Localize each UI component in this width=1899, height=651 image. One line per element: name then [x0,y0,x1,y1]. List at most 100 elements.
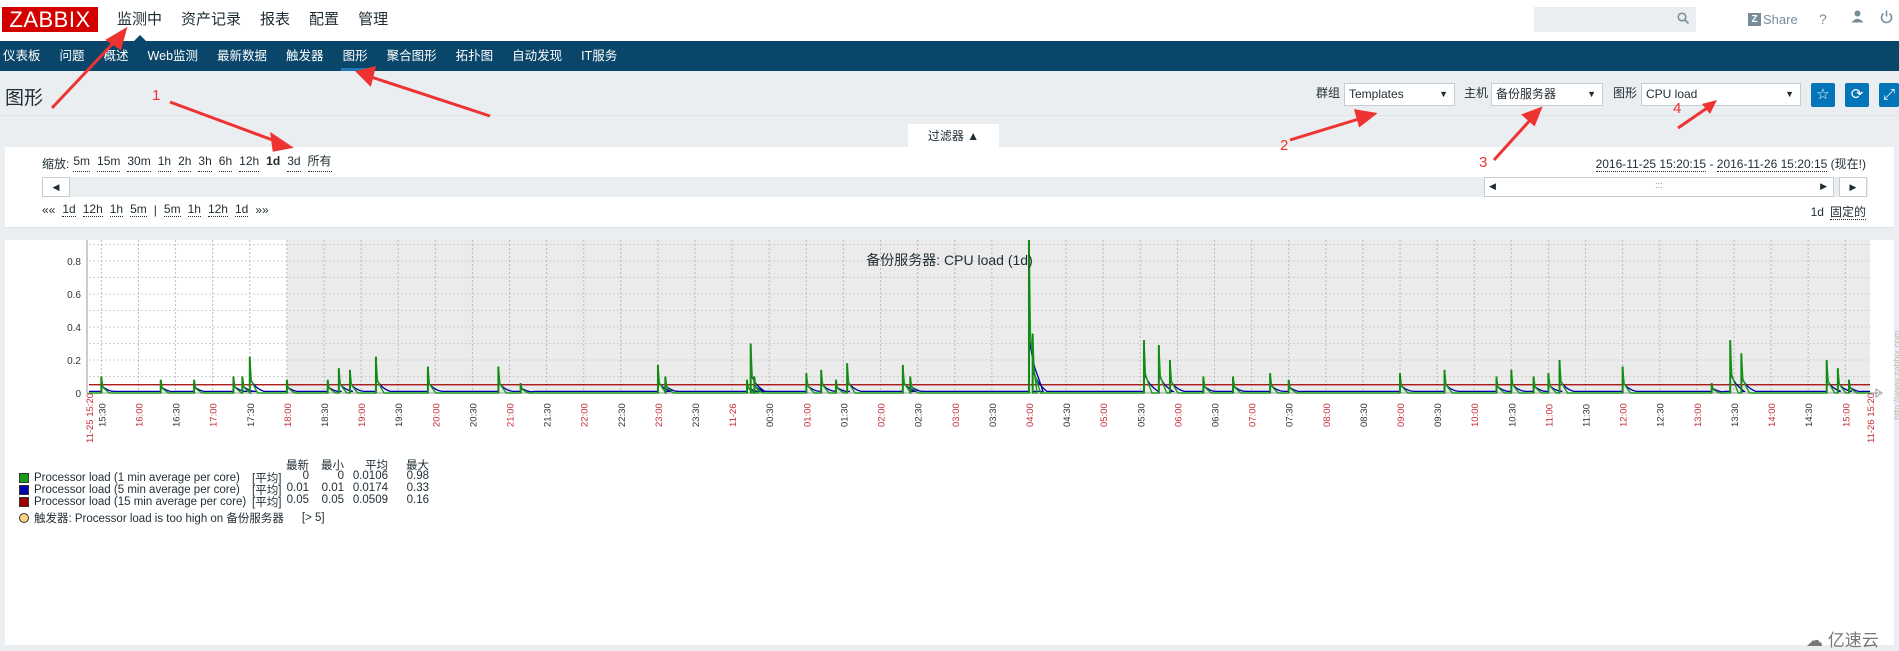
y-tick-label: 0 [75,389,81,400]
x-tick-label: 15:30 [97,403,108,427]
x-tick-label: 20:00 [431,403,442,427]
x-tick-label: 23:00 [654,403,665,427]
x-tick-label: 17:30 [246,403,257,427]
legend-value-max: 0.16 [406,494,429,506]
x-tick-label: 16:30 [172,403,183,427]
x-tick-label: 06:30 [1210,403,1221,427]
y-tick-label: 0.2 [67,356,81,367]
nav-forward-link[interactable]: 1d [234,203,249,217]
x-tick-label: 22:00 [580,403,591,427]
x-tick-label: 02:30 [914,403,925,427]
trigger-swatch-icon [19,513,29,523]
arrow-line [169,100,279,144]
x-tick-label: 10:30 [1507,403,1518,427]
nav-back-link[interactable]: 1h [109,203,124,217]
trigger-label: 触发器: Processor load is too high on 备份服务器 [34,513,284,525]
nav-forward-link[interactable]: 5m [163,203,181,217]
x-tick-label: 22:30 [617,403,628,427]
nav-back-link[interactable]: 5m [130,203,147,217]
x-tick-label: 20:30 [468,403,479,427]
y-tick-label: 0.4 [67,323,81,334]
legend-value-max: 0.33 [406,482,429,494]
trigger-legend: 触发器: Processor load is too high on 备份服务器… [19,510,325,526]
x-tick-label: 23:30 [691,403,702,427]
x-tick-label: 08:30 [1359,403,1370,427]
x-tick-label: 12:00 [1619,403,1630,427]
period-length-value: 1d [1810,205,1824,219]
yisu-brand: ☁ 亿速云 [1806,626,1879,651]
legend-value-min: 0.01 [321,482,344,494]
nav-back-link[interactable]: 12h [82,203,103,217]
legend-series-name: Processor load (15 min average per core) [34,496,247,508]
graph-panel: 00.20.40.60.81.015:3016:0016:3017:0017:3… [5,240,1894,645]
arrow-line [367,74,491,118]
x-tick-label: 11:30 [1582,404,1593,427]
x-tick-label: 21:00 [506,403,517,427]
x-tick-label: 04:00 [1025,403,1036,427]
legend-value-avg: 0.0106 [352,470,388,482]
legend-swatch-icon [19,497,29,507]
legend-value-max: 0.98 [406,470,429,482]
cpu-load-chart[interactable]: 00.20.40.60.81.015:3016:0016:3017:0017:3… [5,240,1894,645]
legend-value-last: 0.01 [286,482,309,494]
arrow-head [270,131,294,152]
x-tick-label: 13:00 [1693,403,1704,427]
x-tick-label: 09:00 [1396,403,1407,427]
nav-back-link[interactable]: 1d [62,203,76,217]
arrow-head [1521,106,1543,127]
arrow-line [50,36,120,110]
x-tick-label: 01:30 [839,403,850,427]
arrow-head [355,65,377,87]
x-tick-label: 05:00 [1099,403,1110,427]
x-tick-label: 14:00 [1767,403,1778,427]
x-tick-label: 11:00 [1544,404,1555,427]
x-tick-label: 06:00 [1173,403,1184,427]
zabbix-watermark: http://www.zabbix.com [1892,330,1899,420]
x-start-label: 11-25 15:20 [85,393,96,443]
nav-forward-link[interactable]: »» [255,203,268,217]
x-tick-label: 18:30 [320,403,331,427]
nav-separator: | [153,203,157,217]
arrow-head [1353,109,1378,128]
graph-title: 备份服务器: CPU load (1d) [866,252,1033,268]
x-tick-label: 21:30 [543,403,554,427]
cloud-logo-icon: ☁ [1806,631,1823,650]
x-tick-label: 11-26 [728,403,739,427]
legend-value-last: 0.05 [286,494,309,506]
x-tick-label: 02:00 [877,403,888,427]
x-tick-label: 07:30 [1285,403,1296,427]
fixed-toggle[interactable]: 固定的 [1829,205,1866,220]
brand-text: 亿速云 [1827,631,1879,650]
legend-row: Processor load (15 min average per core)… [19,494,281,510]
y-tick-label: 0.6 [67,290,81,301]
legend-value-avg: 0.0509 [352,494,388,506]
legend-value-avg: 0.0174 [352,482,388,494]
x-tick-label: 08:00 [1322,403,1333,427]
nav-back-link[interactable]: «« [42,203,55,217]
trigger-threshold: [> 5] [301,512,325,524]
x-end-label: 11-26 15:20 [1866,393,1877,443]
x-tick-label: 00:30 [765,403,776,427]
legend-value-min: 0 [337,470,344,482]
x-tick-label: 09:30 [1433,403,1444,427]
nav-forward-link[interactable]: 12h [207,203,228,217]
x-tick-label: 03:30 [988,403,999,427]
x-tick-label: 07:00 [1248,403,1259,427]
x-tick-label: 04:30 [1062,403,1073,427]
arrow-line [1289,116,1363,142]
x-tick-label: 13:30 [1730,403,1741,427]
nav-forward-link[interactable]: 1h [187,203,201,217]
x-tick-label: 17:00 [209,403,220,427]
x-tick-label: 19:00 [357,403,368,427]
x-tick-label: 14:30 [1804,403,1815,427]
annotation-arrows [50,26,1543,162]
period-nav: «« 1d 12h 1h 5m | 5m 1h 12h 1d »» [42,203,276,217]
x-tick-label: 01:00 [802,403,813,427]
x-tick-label: 12:30 [1656,403,1667,427]
legend-value-last: 0 [302,470,309,482]
x-tick-label: 10:00 [1470,403,1481,427]
legend-value-min: 0.05 [321,494,344,506]
x-tick-label: 18:00 [283,403,294,427]
x-tick-label: 19:30 [394,403,405,427]
x-tick-label: 15:00 [1841,403,1852,427]
